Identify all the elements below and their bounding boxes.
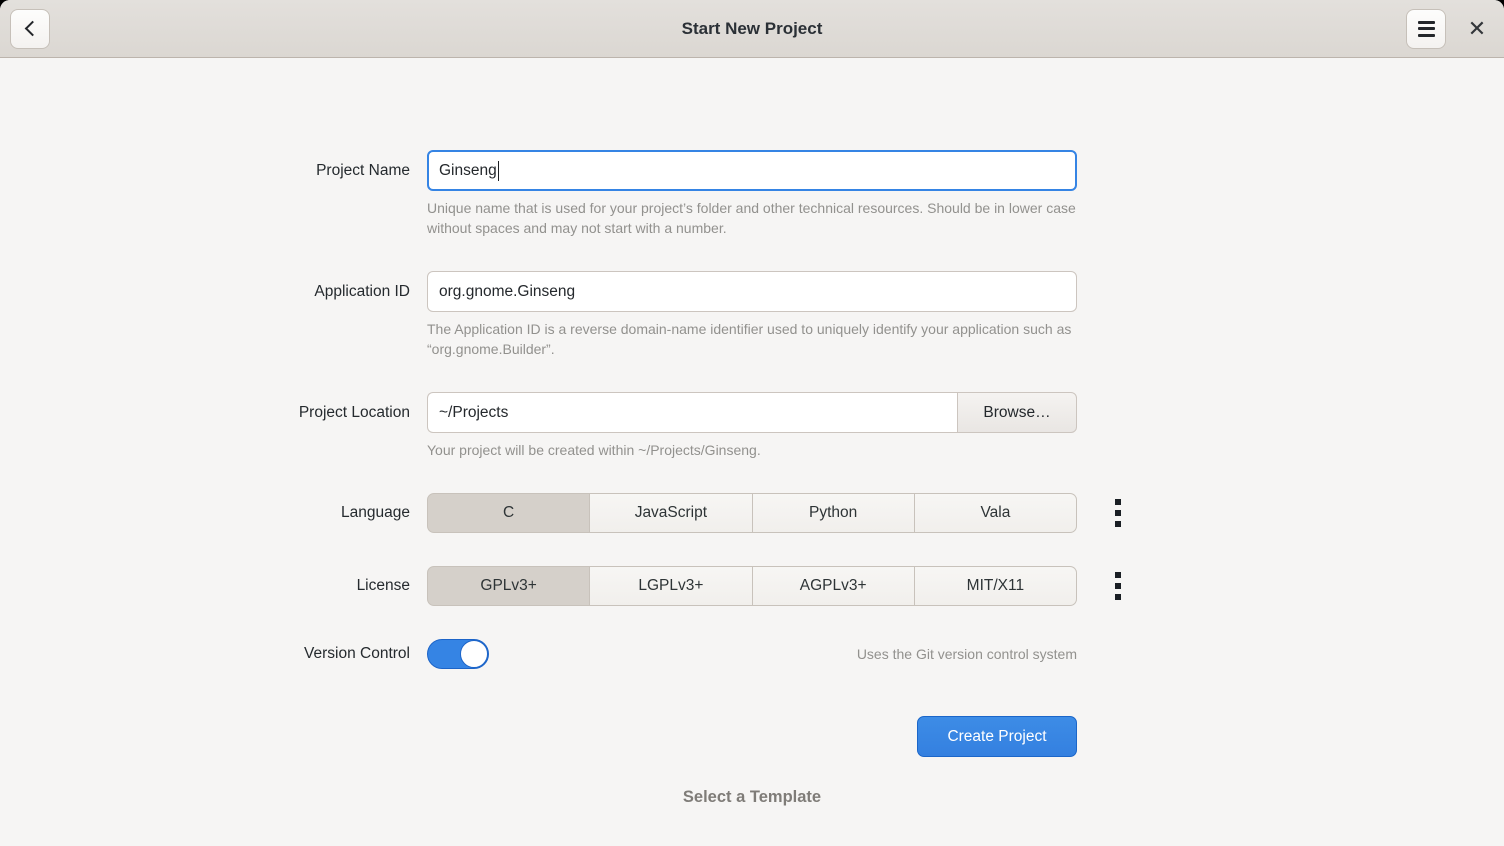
application-id-help-row: The Application ID is a reverse domain-n…: [0, 319, 1504, 359]
license-option-agplv3[interactable]: AGPLv3+: [753, 566, 915, 606]
project-name-row: Project Name Ginseng: [0, 150, 1504, 191]
license-label: License: [0, 577, 427, 595]
toggle-knob: [460, 640, 488, 668]
version-control-toggle[interactable]: [427, 639, 489, 669]
vertical-dots-icon: [1115, 499, 1121, 505]
language-row: Language C JavaScript Python Vala: [0, 493, 1504, 533]
create-project-row: Create Project: [0, 716, 1504, 757]
application-id-input[interactable]: org.gnome.Ginseng: [427, 271, 1077, 312]
window-title: Start New Project: [0, 19, 1504, 39]
menu-button[interactable]: [1406, 9, 1446, 49]
license-option-lgplv3[interactable]: LGPLv3+: [590, 566, 752, 606]
language-more-menu-button[interactable]: [1109, 495, 1127, 531]
language-label: Language: [0, 504, 427, 522]
titlebar: Start New Project ✕: [0, 0, 1504, 58]
project-name-input[interactable]: Ginseng: [427, 150, 1077, 191]
browse-button[interactable]: Browse…: [957, 392, 1077, 433]
project-name-help: Unique name that is used for your projec…: [427, 198, 1077, 238]
project-location-help: Your project will be created within ~/Pr…: [427, 440, 1077, 460]
project-location-label: Project Location: [0, 404, 427, 422]
license-segmented-control: GPLv3+ LGPLv3+ AGPLv3+ MIT/X11: [427, 566, 1077, 606]
language-option-javascript[interactable]: JavaScript: [590, 493, 752, 533]
text-caret: [498, 161, 500, 181]
project-name-label: Project Name: [0, 162, 427, 180]
vertical-dots-icon: [1115, 572, 1121, 578]
hamburger-icon: [1418, 21, 1435, 37]
language-option-vala[interactable]: Vala: [915, 493, 1077, 533]
version-control-note: Uses the Git version control system: [857, 646, 1077, 662]
language-segmented-control: C JavaScript Python Vala: [427, 493, 1077, 533]
project-location-row: Project Location ~/Projects Browse…: [0, 392, 1504, 433]
select-template-heading: Select a Template: [0, 788, 1504, 807]
close-icon: ✕: [1468, 18, 1486, 40]
project-location-help-row: Your project will be created within ~/Pr…: [0, 440, 1504, 460]
back-button[interactable]: [10, 9, 50, 49]
project-name-value: Ginseng: [439, 162, 497, 180]
language-option-python[interactable]: Python: [753, 493, 915, 533]
language-option-c[interactable]: C: [427, 493, 590, 533]
version-control-row: Version Control Uses the Git version con…: [0, 639, 1504, 669]
create-project-button[interactable]: Create Project: [917, 716, 1077, 757]
license-row: License GPLv3+ LGPLv3+ AGPLv3+ MIT/X11: [0, 566, 1504, 606]
application-id-label: Application ID: [0, 283, 427, 301]
license-more-menu-button[interactable]: [1109, 568, 1127, 604]
close-button[interactable]: ✕: [1462, 14, 1492, 44]
start-new-project-window: Start New Project ✕ Project Name Ginseng…: [0, 0, 1504, 846]
license-option-gplv3[interactable]: GPLv3+: [427, 566, 590, 606]
project-location-input[interactable]: ~/Projects: [427, 392, 957, 433]
project-name-help-row: Unique name that is used for your projec…: [0, 198, 1504, 238]
application-id-help: The Application ID is a reverse domain-n…: [427, 319, 1077, 359]
chevron-left-icon: [24, 21, 40, 37]
application-id-value: org.gnome.Ginseng: [439, 283, 575, 301]
project-location-value: ~/Projects: [439, 404, 508, 422]
license-option-mitx11[interactable]: MIT/X11: [915, 566, 1077, 606]
application-id-row: Application ID org.gnome.Ginseng: [0, 271, 1504, 312]
version-control-label: Version Control: [0, 645, 427, 663]
form-content: Project Name Ginseng Unique name that is…: [0, 150, 1504, 846]
